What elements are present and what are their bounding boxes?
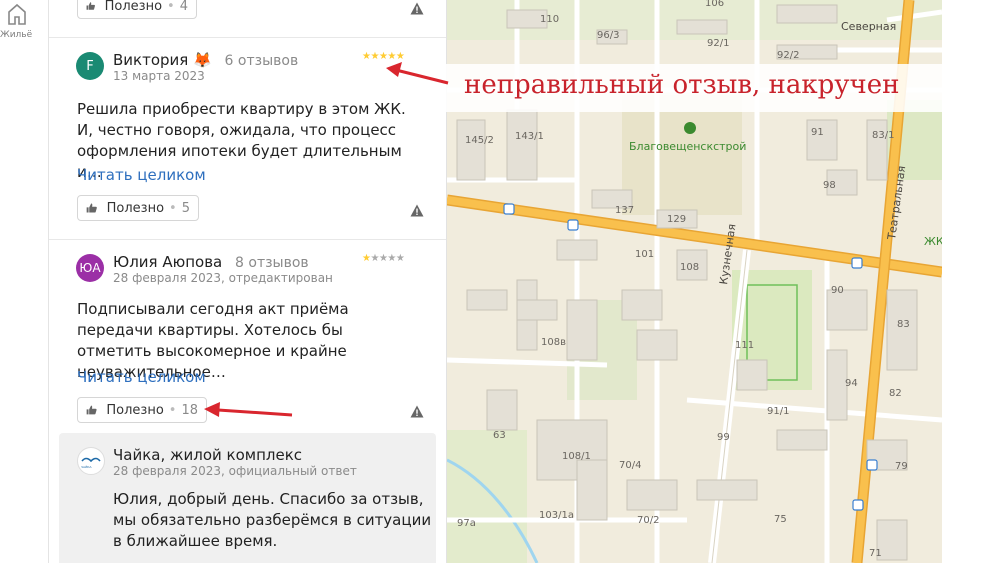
svg-text:75: 75 — [774, 514, 787, 525]
svg-text:92/2: 92/2 — [777, 50, 799, 61]
svg-text:Благовещенскстрой: Благовещенскстрой — [629, 140, 746, 153]
owner-name[interactable]: Чайка, жилой комплекс — [113, 446, 302, 464]
svg-text:97а: 97а — [457, 518, 476, 529]
svg-text:82: 82 — [889, 388, 902, 399]
like-label: Полезно — [104, 0, 163, 14]
star-empty-icon: ★ — [370, 253, 379, 264]
author-name[interactable]: Юлия Аюпова — [113, 253, 222, 271]
like-count: 18 — [181, 402, 198, 418]
like-count: 4 — [179, 0, 188, 14]
review-date: 28 февраля 2023, отредактирован — [113, 271, 333, 285]
svg-text:ЖК: ЖК — [924, 235, 942, 248]
review-author[interactable]: Виктория 🦊 6 отзывов — [113, 51, 298, 69]
rating-stars: ★★★★★ — [362, 253, 405, 264]
thumbs-up-icon — [86, 203, 97, 213]
left-rail: Жильё — [0, 0, 49, 563]
svg-text:70/4: 70/4 — [619, 460, 641, 471]
svg-text:106: 106 — [705, 0, 724, 9]
svg-text:103/1а: 103/1а — [539, 510, 574, 521]
report-icon[interactable] — [410, 204, 424, 217]
separator-dot: • — [168, 402, 177, 418]
svg-text:90: 90 — [831, 285, 844, 296]
report-icon[interactable] — [410, 405, 424, 418]
right-margin — [942, 0, 992, 563]
svg-text:83: 83 — [897, 319, 910, 330]
owner-logo-text: ЧАЙКА — [81, 465, 92, 469]
star-empty-icon: ★ — [387, 253, 396, 264]
svg-text:99: 99 — [717, 432, 730, 443]
svg-text:129: 129 — [667, 214, 686, 225]
like-count: 5 — [181, 200, 190, 216]
author-name[interactable]: Виктория 🦊 — [113, 51, 212, 69]
rail-label[interactable]: Жильё — [0, 30, 32, 40]
svg-text:91: 91 — [811, 127, 824, 138]
like-label: Полезно — [106, 200, 165, 216]
svg-text:Северная: Северная — [841, 20, 896, 33]
annotation-text: неправильный отзыв, накручен — [464, 70, 900, 100]
svg-text:111: 111 — [735, 340, 754, 351]
svg-text:63: 63 — [493, 430, 506, 441]
svg-text:143/1: 143/1 — [515, 131, 544, 142]
author-reviews-count: 8 отзывов — [235, 255, 309, 271]
svg-text:71: 71 — [869, 548, 882, 559]
like-button[interactable]: Полезно • 5 — [77, 195, 199, 221]
owner-reply-date: 28 февраля 2023, официальный ответ — [113, 464, 357, 478]
read-more-link[interactable]: Читать целиком — [77, 368, 206, 386]
svg-text:79: 79 — [895, 461, 908, 472]
like-button[interactable]: Полезно • 4 — [77, 0, 197, 19]
svg-text:96/3: 96/3 — [597, 30, 619, 41]
author-reviews-count: 6 отзывов — [224, 53, 299, 69]
svg-text:137: 137 — [615, 205, 634, 216]
svg-text:145/2: 145/2 — [465, 135, 494, 146]
separator-dot: • — [169, 200, 177, 216]
svg-text:101: 101 — [635, 249, 654, 260]
annotation-arrow-icon — [204, 402, 293, 417]
svg-text:108в: 108в — [541, 337, 566, 348]
like-button[interactable]: Полезно • 18 — [77, 397, 207, 423]
divider — [49, 37, 446, 38]
svg-text:108: 108 — [680, 262, 699, 273]
svg-text:70/2: 70/2 — [637, 515, 659, 526]
divider — [49, 239, 446, 240]
thumbs-up-icon — [86, 405, 97, 415]
avatar[interactable]: ЮА — [76, 254, 104, 282]
svg-text:83/1: 83/1 — [872, 130, 894, 141]
read-more-link[interactable]: Читать целиком — [77, 166, 206, 184]
review-date: 13 марта 2023 — [113, 69, 205, 83]
owner-reply: ЧАЙКА Чайка, жилой комплекс 28 февраля 2… — [59, 433, 436, 563]
svg-text:108/1: 108/1 — [562, 451, 591, 462]
svg-text:92/1: 92/1 — [707, 38, 729, 49]
review-author[interactable]: Юлия Аюпова 8 отзывов — [113, 253, 309, 271]
like-label: Полезно — [106, 402, 164, 418]
svg-text:110: 110 — [540, 14, 559, 25]
star-filled-icon: ★ — [370, 51, 379, 62]
svg-text:91/1: 91/1 — [767, 406, 789, 417]
separator-dot: • — [167, 0, 175, 14]
home-icon[interactable] — [6, 2, 28, 26]
owner-logo[interactable]: ЧАЙКА — [77, 447, 105, 475]
annotation-banner: неправильный отзыв, накручен — [446, 64, 942, 112]
annotation-arrow-icon — [386, 62, 449, 85]
avatar[interactable]: F — [76, 52, 104, 80]
star-empty-icon: ★ — [395, 253, 405, 264]
svg-text:98: 98 — [823, 180, 836, 191]
owner-reply-text: Юлия, добрый день. Спасибо за отзыв, мы … — [113, 490, 432, 550]
svg-text:94: 94 — [845, 378, 858, 389]
report-icon[interactable] — [410, 2, 424, 15]
thumbs-up-icon — [86, 2, 95, 10]
